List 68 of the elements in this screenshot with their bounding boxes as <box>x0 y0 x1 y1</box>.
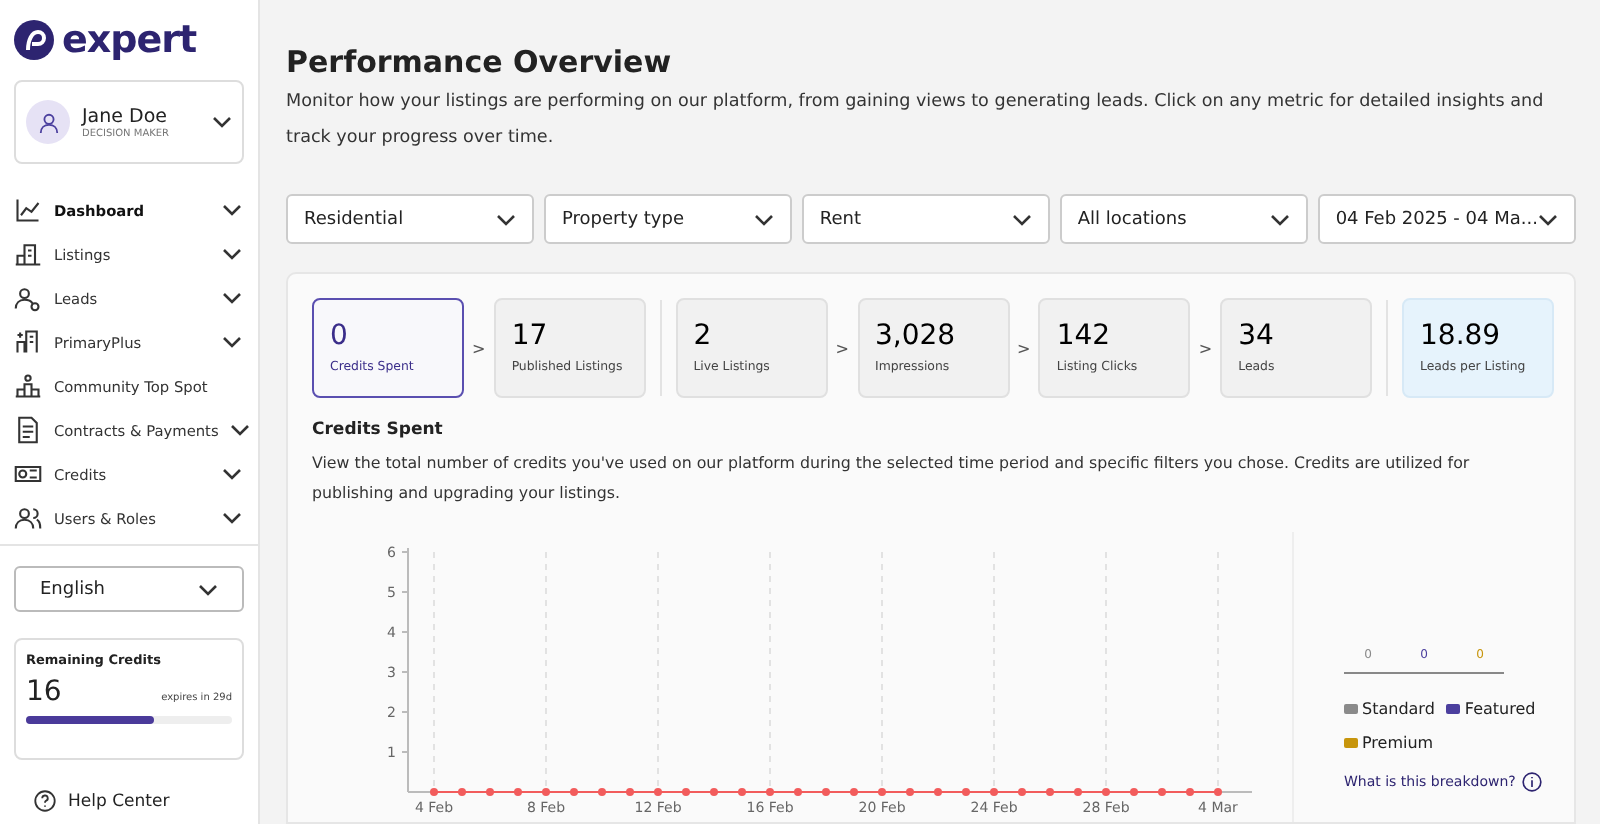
data-point <box>878 788 886 796</box>
chart-icon <box>14 196 42 224</box>
logo-icon <box>14 20 54 60</box>
data-point <box>738 788 746 796</box>
data-point <box>1046 788 1054 796</box>
data-point <box>598 788 606 796</box>
data-point <box>626 788 634 796</box>
data-point <box>1074 788 1082 796</box>
arrow-separator: > <box>1196 339 1215 357</box>
data-point <box>850 788 858 796</box>
chevron-icon <box>198 583 218 595</box>
chevron-icon <box>1011 213 1032 225</box>
data-point <box>514 788 522 796</box>
data-point <box>822 788 830 796</box>
avatar-icon <box>26 100 70 144</box>
language-select[interactable]: English <box>14 566 244 612</box>
filter-dropdown[interactable]: 04 Feb 2025 - 04 Ma... <box>1317 194 1576 244</box>
filter-dropdown[interactable]: All locations <box>1059 194 1308 244</box>
filter-dropdown[interactable]: Residential <box>286 194 534 244</box>
data-point <box>570 788 578 796</box>
legend-label: Premium <box>1362 734 1434 752</box>
data-point <box>430 788 438 796</box>
arrow-separator: > <box>470 339 488 357</box>
user-name: Jane Doe <box>82 105 169 127</box>
building-plus-icon <box>14 328 42 356</box>
chevron-icon <box>1537 213 1558 225</box>
data-point <box>906 788 914 796</box>
filter-dropdown[interactable]: Property type <box>543 194 792 244</box>
document-icon <box>14 416 42 444</box>
data-point <box>458 788 466 796</box>
data-point <box>1214 788 1222 796</box>
help-center-link[interactable]: Help Center <box>14 790 244 812</box>
ticket-icon <box>14 460 42 488</box>
data-point <box>794 788 802 796</box>
credits-value: 16 <box>26 676 62 708</box>
data-point <box>766 788 774 796</box>
page-title: Performance Overview <box>286 44 674 80</box>
section-title: Credits Spent <box>312 420 445 440</box>
logo-text: expert <box>62 18 197 62</box>
help-icon <box>34 790 56 812</box>
chevron-icon <box>495 213 516 225</box>
data-point <box>1186 788 1194 796</box>
data-point <box>1158 788 1166 796</box>
data-point <box>654 788 662 796</box>
data-point <box>934 788 942 796</box>
chevron-icon <box>212 116 232 128</box>
filter-dropdown[interactable]: Rent <box>801 194 1050 244</box>
data-point <box>486 788 494 796</box>
data-point <box>1102 788 1110 796</box>
data-point <box>682 788 690 796</box>
arrow-separator: > <box>1015 339 1033 357</box>
podium-icon <box>14 372 42 400</box>
legend-label: Featured <box>1464 700 1536 718</box>
data-point <box>542 788 550 796</box>
data-point <box>710 788 718 796</box>
page-description: Monitor how your listings are performing on our platform, from gaining views to generating leads. Click on any metric for detailed insights and track your progress over time. <box>286 90 1546 152</box>
data-point <box>990 788 998 796</box>
building-icon <box>14 240 42 268</box>
chevron-icon <box>1269 213 1290 225</box>
data-point <box>1130 788 1138 796</box>
person-icon <box>14 284 42 312</box>
chevron-icon <box>753 213 774 225</box>
people-icon <box>14 504 42 532</box>
arrow-separator: > <box>833 339 851 357</box>
data-point <box>1018 788 1026 796</box>
data-point <box>962 788 970 796</box>
legend-label: Standard <box>1362 700 1435 718</box>
info-icon <box>1521 772 1542 792</box>
